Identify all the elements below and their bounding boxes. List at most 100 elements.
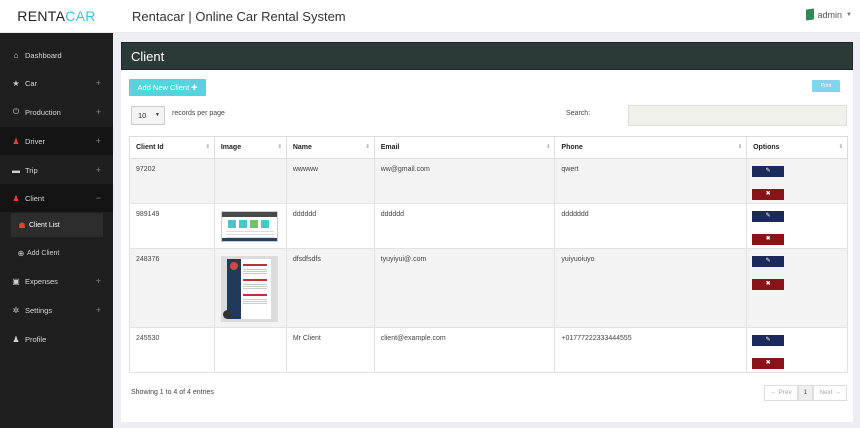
brand-part1: RENTA [17, 8, 66, 24]
client-photo [220, 256, 278, 322]
cell-image [213, 158, 287, 204]
user-icon: ♟ [12, 193, 20, 203]
table-header-row: Client Id ⇕ Image ⇕ Name ⇕ Email ⇕ Phone ⇕ Op… [129, 136, 848, 159]
cell-client-id: 97202 [129, 158, 215, 204]
delete-button[interactable]: ✖ [752, 358, 785, 369]
cell-phone: yuiyuoiuyo [554, 248, 748, 328]
cell-phone: qwert [554, 158, 748, 204]
collapse-icon: − [95, 193, 101, 203]
top-bar: RENTACAR Rentacar | Online Car Rental Sy… [0, 0, 860, 33]
expand-icon: + [95, 136, 101, 146]
sidebar-item-client[interactable]: ♟ Client − [0, 184, 113, 212]
column-header-options[interactable]: Options ⇕ [746, 136, 848, 159]
expand-icon: + [95, 305, 101, 315]
delete-button[interactable]: ✖ [752, 234, 785, 245]
expand-icon: + [95, 276, 101, 286]
cell-options: ✎ ✖ [746, 327, 848, 373]
user-icon: ♟ [12, 136, 20, 146]
home-icon: ⌂ [13, 50, 19, 60]
sidebar-item-label: Profile [25, 334, 47, 344]
delete-button[interactable]: ✖ [752, 189, 785, 200]
sidebar-item-expenses[interactable]: ▣ Expenses + [0, 267, 113, 295]
chevron-down-icon: ▼ [846, 11, 852, 18]
search-label: Search: [566, 110, 591, 117]
sidebar-item-profile[interactable]: ♟ Profile [0, 325, 113, 353]
sort-icon: ⇕ [365, 144, 370, 150]
sort-icon: ⇕ [205, 144, 210, 150]
sort-icon: ⇕ [546, 144, 551, 150]
sidebar-item-label: Driver [25, 136, 45, 146]
sidebar-item-trip[interactable]: ▬ Trip + [0, 156, 113, 184]
book-icon [805, 8, 814, 21]
clients-table: Client Id ⇕ Image ⇕ Name ⇕ Email ⇕ Phone ⇕ Op… [129, 136, 848, 373]
delete-button[interactable]: ✖ [752, 279, 785, 290]
expand-icon: + [95, 165, 101, 175]
gears-icon: ✲ [12, 305, 20, 315]
sidebar-item-label: Dashboard [25, 50, 62, 60]
sidebar-subitem-client-list[interactable]: ☗ Client List [11, 213, 103, 237]
cell-image [213, 203, 287, 249]
sidebar-item-driver[interactable]: ♟ Driver + [0, 127, 113, 155]
edit-button[interactable]: ✎ [752, 256, 785, 267]
entries-info: Showing 1 to 4 of 4 entries [131, 389, 214, 396]
money-icon: ▣ [12, 276, 20, 286]
edit-button[interactable]: ✎ [752, 335, 785, 346]
table-row: 245530 Mr Client client@example.com +017… [129, 327, 848, 373]
power-icon: ⏻ [12, 107, 20, 116]
users-icon: ☗ [18, 220, 26, 230]
cell-options: ✎ ✖ [746, 203, 848, 249]
records-per-page-select[interactable]: 10 ▼ [131, 106, 165, 125]
cell-name: Mr Client [285, 327, 375, 373]
sidebar-item-label: Trip [25, 165, 38, 175]
add-client-button[interactable]: Add New Client ✚ [129, 79, 206, 96]
cell-client-id: 245530 [129, 327, 215, 373]
column-header-email[interactable]: Email ⇕ [373, 136, 556, 159]
chevron-down-icon: ▼ [155, 112, 160, 118]
cell-name: wwwww [285, 158, 375, 204]
cell-image [213, 327, 287, 373]
table-row: 248376 dfsdfsdfs tyuyiyui@.com yuiyuoiuy… [129, 248, 848, 328]
brand-logo[interactable]: RENTACAR [0, 0, 113, 33]
column-header-name[interactable]: Name ⇕ [285, 136, 375, 159]
sort-icon: ⇕ [277, 144, 282, 150]
page-button-1[interactable]: 1 [797, 385, 814, 401]
search-input[interactable] [628, 105, 847, 126]
truck-icon: ▬ [12, 165, 20, 175]
sidebar-subitem-add-client[interactable]: ⊕ Add Client [0, 242, 113, 264]
cell-email: tyuyiyui@.com [373, 248, 556, 328]
client-panel: Add New Client ✚ Print 10 ▼ records per … [121, 70, 853, 422]
records-per-page-label: records per page [172, 110, 225, 117]
edit-button[interactable]: ✎ [752, 211, 785, 222]
cell-client-id: 989149 [129, 203, 215, 249]
prev-page-button[interactable]: ← Prev [764, 385, 798, 401]
column-header-image[interactable]: Image ⇕ [213, 136, 287, 159]
column-header-phone[interactable]: Phone ⇕ [554, 136, 748, 159]
cell-options: ✎ ✖ [746, 248, 848, 328]
table-row: 97202 wwwww ww@gmail.com qwert ✎ ✖ [129, 158, 848, 204]
sort-icon: ⇕ [838, 144, 843, 150]
user-menu[interactable]: admin ▼ [805, 8, 852, 21]
sidebar-item-label: Production [25, 107, 61, 117]
sidebar-item-label: Expenses [25, 276, 58, 286]
star-icon: ★ [12, 78, 20, 88]
sidebar-item-car[interactable]: ★ Car + [0, 69, 113, 97]
pagination: ← Prev 1 Next → [764, 385, 847, 401]
sidebar-item-label: Client [25, 193, 45, 203]
cell-name: dddddd [285, 203, 375, 249]
plus-circle-icon: ⊕ [17, 248, 25, 258]
records-per-page-value: 10 [138, 111, 147, 120]
sidebar-item-production[interactable]: ⏻ Production + [0, 98, 113, 126]
user-name: admin [817, 9, 843, 20]
print-button[interactable]: Print [812, 80, 840, 92]
next-page-button[interactable]: Next → [813, 385, 847, 401]
edit-button[interactable]: ✎ [752, 166, 785, 177]
sidebar-item-label: Add Client [27, 249, 60, 257]
cell-image [213, 248, 287, 328]
column-header-client-id[interactable]: Client Id ⇕ [129, 136, 215, 159]
cell-options: ✎ ✖ [746, 158, 848, 204]
cell-name: dfsdfsdfs [285, 248, 375, 328]
sidebar-item-dashboard[interactable]: ⌂ Dashboard [0, 41, 113, 69]
cell-phone: ddddddd [554, 203, 748, 249]
main-content: Client Add New Client ✚ Print 10 ▼ recor… [113, 33, 860, 428]
sidebar-item-settings[interactable]: ✲ Settings + [0, 296, 113, 324]
